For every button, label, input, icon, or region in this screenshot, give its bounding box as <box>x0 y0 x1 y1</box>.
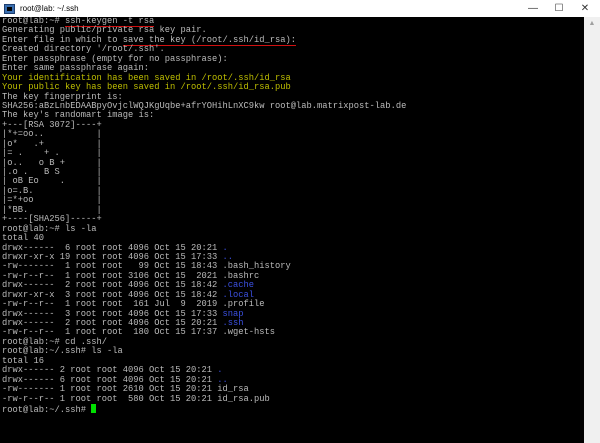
close-button[interactable]: ✕ <box>572 0 598 17</box>
terminal-line: root@lab:~# ls -la <box>2 224 406 234</box>
minimize-button[interactable]: — <box>520 0 546 17</box>
terminal-line: -rw-r--r-- 1 root root 580 Oct 15 20:21 … <box>2 393 406 404</box>
title-bar: root@lab: ~/.ssh — ☐ ✕ <box>0 0 600 17</box>
scroll-up-icon[interactable]: ▲ <box>584 20 600 27</box>
cursor <box>91 403 97 413</box>
terminal-output: root@lab:~# ssh-keygen -t rsa Generating … <box>2 17 406 415</box>
terminal-line: root@lab:~/.ssh# <box>2 403 406 415</box>
terminal-line: root@lab:~/.ssh# ls -la <box>2 347 406 356</box>
maximize-button[interactable]: ☐ <box>546 0 572 17</box>
putty-icon[interactable] <box>4 3 15 14</box>
terminal-text: -rw-r--r-- 1 root root 580 Oct 15 20:21 … <box>2 393 270 404</box>
window-title: root@lab: ~/.ssh <box>20 4 79 13</box>
scrollbar[interactable]: ▲ <box>584 17 600 443</box>
terminal-text: root@lab:~/.ssh# <box>2 404 92 415</box>
terminal[interactable]: root@lab:~# ssh-keygen -t rsa Generating … <box>0 17 584 443</box>
